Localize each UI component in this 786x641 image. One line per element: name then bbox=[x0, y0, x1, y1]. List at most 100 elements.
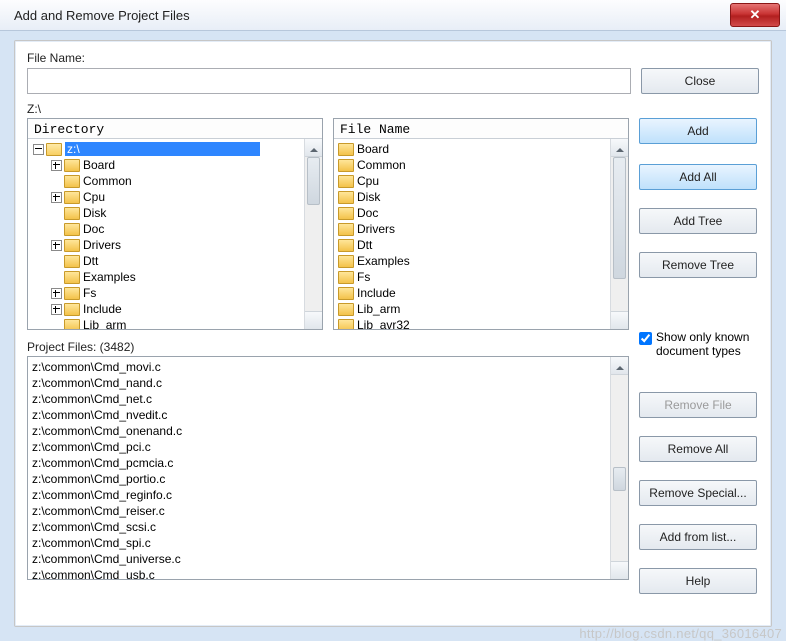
directory-tree[interactable]: z:\ BoardCommonCpuDisk Doc DriversDttExampl… bbox=[28, 139, 322, 329]
tree-item[interactable]: Drivers bbox=[28, 237, 322, 253]
project-file-item[interactable]: z:\common\Cmd_reiser.c bbox=[28, 503, 611, 519]
file-name-input[interactable] bbox=[27, 68, 631, 94]
project-file-item[interactable]: z:\common\Cmd_reginfo.c bbox=[28, 487, 611, 503]
project-file-item[interactable]: z:\common\Cmd_movi.c bbox=[28, 359, 611, 375]
show-only-known-checkbox[interactable] bbox=[639, 332, 652, 345]
filelist-scrollbar[interactable] bbox=[610, 139, 628, 329]
tree-item[interactable]: Cpu bbox=[28, 189, 322, 205]
folder-icon bbox=[338, 175, 354, 188]
folder-icon bbox=[64, 239, 80, 252]
file-list-item[interactable]: Cpu bbox=[334, 173, 628, 189]
folder-icon bbox=[64, 303, 80, 316]
file-list-item[interactable]: Examples bbox=[334, 253, 628, 269]
file-list-item[interactable]: Board bbox=[334, 141, 628, 157]
project-file-item[interactable]: z:\common\Cmd_scsi.c bbox=[28, 519, 611, 535]
folder-icon bbox=[338, 207, 354, 220]
file-list-item[interactable]: Doc bbox=[334, 205, 628, 221]
file-list-item[interactable]: Lib_arm bbox=[334, 301, 628, 317]
tree-item-label: Disk bbox=[83, 206, 106, 220]
folder-icon bbox=[64, 175, 80, 188]
file-list-item[interactable]: Dtt bbox=[334, 237, 628, 253]
dialog-panel: File Name: Close Z:\ Directory z:\BoardC… bbox=[14, 40, 772, 627]
project-file-item[interactable]: z:\common\Cmd_onenand.c bbox=[28, 423, 611, 439]
watermark: http://blog.csdn.net/qq_36016407 bbox=[579, 626, 782, 641]
file-list-label: Lib_arm bbox=[357, 302, 400, 316]
remove-special-button[interactable]: Remove Special... bbox=[639, 480, 757, 506]
add-tree-button[interactable]: Add Tree bbox=[639, 208, 757, 234]
window-close-button[interactable]: ✕ bbox=[730, 3, 780, 27]
file-list-item[interactable]: Fs bbox=[334, 269, 628, 285]
file-list-item[interactable]: Disk bbox=[334, 189, 628, 205]
file-list-item[interactable]: Lib_avr32 bbox=[334, 317, 628, 329]
folder-icon bbox=[338, 239, 354, 252]
add-button[interactable]: Add bbox=[639, 118, 757, 144]
button-column: Add Add All Add Tree Remove Tree Show on… bbox=[639, 118, 759, 594]
project-file-item[interactable]: z:\common\Cmd_pcmcia.c bbox=[28, 455, 611, 471]
project-file-item[interactable]: z:\common\Cmd_net.c bbox=[28, 391, 611, 407]
folder-icon bbox=[338, 255, 354, 268]
folder-icon bbox=[64, 223, 80, 236]
tree-item[interactable]: Fs bbox=[28, 285, 322, 301]
file-name-label: File Name: bbox=[27, 51, 759, 65]
remove-tree-button[interactable]: Remove Tree bbox=[639, 252, 757, 278]
tree-item[interactable]: Disk bbox=[28, 205, 322, 221]
tree-item[interactable]: Board bbox=[28, 157, 322, 173]
tree-item[interactable]: Dtt bbox=[28, 253, 322, 269]
close-icon: ✕ bbox=[750, 7, 761, 23]
scroll-thumb[interactable] bbox=[613, 467, 626, 491]
file-list-label: Examples bbox=[357, 254, 410, 268]
remove-file-button[interactable]: Remove File bbox=[639, 392, 757, 418]
project-file-item[interactable]: z:\common\Cmd_nand.c bbox=[28, 375, 611, 391]
file-list[interactable]: BoardCommonCpuDiskDoc Drivers Dtt ExamplesF… bbox=[334, 139, 628, 329]
file-list-label: Lib_avr32 bbox=[357, 318, 410, 329]
project-files-pane: z:\common\Cmd_movi.cz:\common\Cmd_nand.c… bbox=[27, 356, 629, 580]
project-file-item[interactable]: z:\common\Cmd_pci.c bbox=[28, 439, 611, 455]
add-all-button[interactable]: Add All bbox=[639, 164, 757, 190]
filelist-header: File Name bbox=[334, 119, 628, 139]
tree-item-label: Include bbox=[83, 302, 122, 316]
close-button[interactable]: Close bbox=[641, 68, 759, 94]
scroll-up-icon bbox=[310, 144, 318, 152]
add-from-list-button[interactable]: Add from list... bbox=[639, 524, 757, 550]
drive-label: Z:\ bbox=[27, 102, 759, 116]
folder-icon bbox=[338, 143, 354, 156]
project-files-scrollbar[interactable] bbox=[610, 357, 628, 579]
folder-icon bbox=[338, 303, 354, 316]
project-file-item[interactable]: z:\common\Cmd_spi.c bbox=[28, 535, 611, 551]
folder-icon bbox=[64, 271, 80, 284]
tree-item[interactable]: Doc bbox=[28, 221, 322, 237]
project-files-list[interactable]: z:\common\Cmd_movi.cz:\common\Cmd_nand.c… bbox=[28, 357, 611, 579]
project-file-item[interactable]: z:\common\Cmd_portio.c bbox=[28, 471, 611, 487]
project-file-item[interactable]: z:\common\Cmd_universe.c bbox=[28, 551, 611, 567]
tree-item[interactable]: Common bbox=[28, 173, 322, 189]
project-file-item[interactable]: z:\common\Cmd_nvedit.c bbox=[28, 407, 611, 423]
directory-header: Directory bbox=[28, 119, 322, 139]
file-list-item[interactable]: Drivers bbox=[334, 221, 628, 237]
folder-icon bbox=[64, 207, 80, 220]
folder-icon bbox=[338, 271, 354, 284]
tree-root[interactable]: z:\ bbox=[65, 142, 260, 156]
folder-icon bbox=[338, 223, 354, 236]
scroll-up-icon bbox=[616, 362, 624, 370]
tree-item-label: Board bbox=[83, 158, 115, 172]
scroll-thumb[interactable] bbox=[307, 157, 320, 205]
file-list-label: Doc bbox=[357, 206, 378, 220]
file-list-item[interactable]: Common bbox=[334, 157, 628, 173]
project-file-item[interactable]: z:\common\Cmd_usb.c bbox=[28, 567, 611, 579]
tree-item[interactable]: Lib_arm bbox=[28, 317, 322, 329]
folder-icon bbox=[64, 191, 80, 204]
remove-all-button[interactable]: Remove All bbox=[639, 436, 757, 462]
file-list-label: Drivers bbox=[357, 222, 395, 236]
tree-item-label: Lib_arm bbox=[83, 318, 126, 329]
title-bar: Add and Remove Project Files ✕ bbox=[0, 0, 786, 31]
tree-item[interactable]: Include bbox=[28, 301, 322, 317]
directory-scrollbar[interactable] bbox=[304, 139, 322, 329]
file-list-item[interactable]: Include bbox=[334, 285, 628, 301]
tree-item-label: Drivers bbox=[83, 238, 121, 252]
file-list-label: Dtt bbox=[357, 238, 372, 252]
help-button[interactable]: Help bbox=[639, 568, 757, 594]
file-list-label: Cpu bbox=[357, 174, 379, 188]
tree-item[interactable]: Examples bbox=[28, 269, 322, 285]
tree-item-label: Doc bbox=[83, 222, 104, 236]
scroll-thumb[interactable] bbox=[613, 157, 626, 279]
